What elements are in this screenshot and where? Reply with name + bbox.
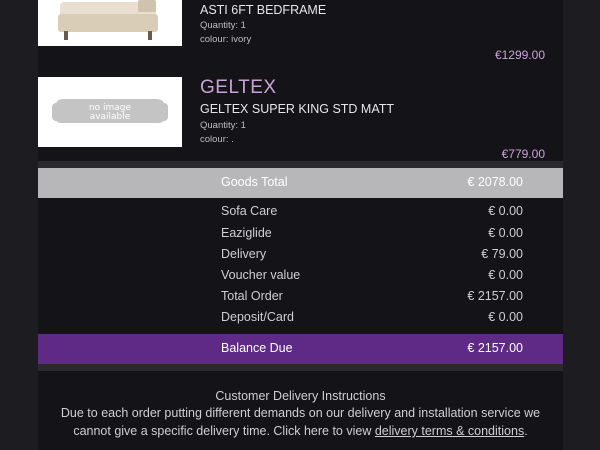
line-label: Voucher value — [221, 268, 301, 282]
line-label: Eaziglide — [221, 226, 272, 240]
instructions-line-1: Due to each order putting different dema… — [60, 406, 541, 420]
instructions-line-2: cannot give a specific delivery time. Cl… — [38, 422, 563, 440]
divider — [38, 161, 563, 168]
product-price: €1299.00 — [494, 48, 545, 62]
product-colour: colour: . — [200, 134, 234, 145]
line-label: Delivery — [221, 247, 267, 261]
goods-total-value: € 2078.00 — [467, 175, 523, 189]
line-label: Total Order — [221, 289, 283, 303]
summary-line-eaziglide: Eaziglide € 0.00 — [38, 226, 563, 246]
summary-line-voucher: Voucher value € 0.00 — [38, 268, 563, 288]
balance-due-value: € 2157.00 — [467, 341, 523, 355]
product-image-placeholder[interactable]: no image available — [38, 77, 182, 147]
product-name: GELTEX SUPER KING STD MATT — [200, 102, 395, 116]
summary-line-total-order: Total Order € 2157.00 — [38, 289, 563, 309]
product-name: ASTI 6FT BEDFRAME — [200, 3, 327, 17]
line-value: € 0.00 — [488, 268, 523, 282]
delivery-terms-link[interactable]: delivery terms & conditions — [375, 424, 524, 438]
divider — [38, 364, 563, 371]
bedframe-image-icon — [38, 0, 182, 46]
product-quantity: Quantity: 1 — [200, 120, 246, 131]
instructions-line-2-suffix: . — [524, 424, 528, 438]
instructions-line-2-prefix: cannot give a specific delivery time. Cl… — [73, 424, 375, 438]
line-value: € 0.00 — [488, 204, 523, 218]
delivery-instructions-text: Due to each order putting different dema… — [38, 404, 563, 440]
line-value: € 0.00 — [488, 310, 523, 324]
line-value: € 0.00 — [488, 226, 523, 240]
summary-line-delivery: Delivery € 79.00 — [38, 247, 563, 267]
order-item: ASTI 6FT BEDFRAME Quantity: 1 colour: iv… — [38, 0, 563, 75]
summary-line-deposit: Deposit/Card € 0.00 — [38, 310, 563, 330]
no-image-placeholder-icon: no image available — [38, 77, 182, 147]
goods-total-label: Goods Total — [221, 175, 288, 189]
product-price: €779.00 — [501, 147, 545, 161]
product-quantity: Quantity: 1 — [200, 20, 246, 31]
product-brand: GELTEX — [200, 77, 277, 98]
product-image-bedframe[interactable] — [38, 0, 182, 46]
available-text: available — [90, 112, 131, 122]
line-label: Deposit/Card — [221, 310, 294, 324]
summary-line-sofa-care: Sofa Care € 0.00 — [38, 204, 563, 224]
delivery-instructions-title: Customer Delivery Instructions — [215, 389, 386, 403]
goods-total-row: Goods Total € 2078.00 — [38, 168, 563, 198]
order-item: no image available GELTEX GELTEX SUPER K… — [38, 75, 563, 162]
line-label: Sofa Care — [221, 204, 278, 218]
balance-due-row: Balance Due € 2157.00 — [38, 334, 563, 364]
balance-due-label: Balance Due — [221, 341, 293, 355]
order-summary-panel: ASTI 6FT BEDFRAME Quantity: 1 colour: iv… — [38, 0, 563, 450]
product-colour: colour: ivory — [200, 34, 252, 45]
line-value: € 79.00 — [481, 247, 523, 261]
line-value: € 2157.00 — [467, 289, 523, 303]
